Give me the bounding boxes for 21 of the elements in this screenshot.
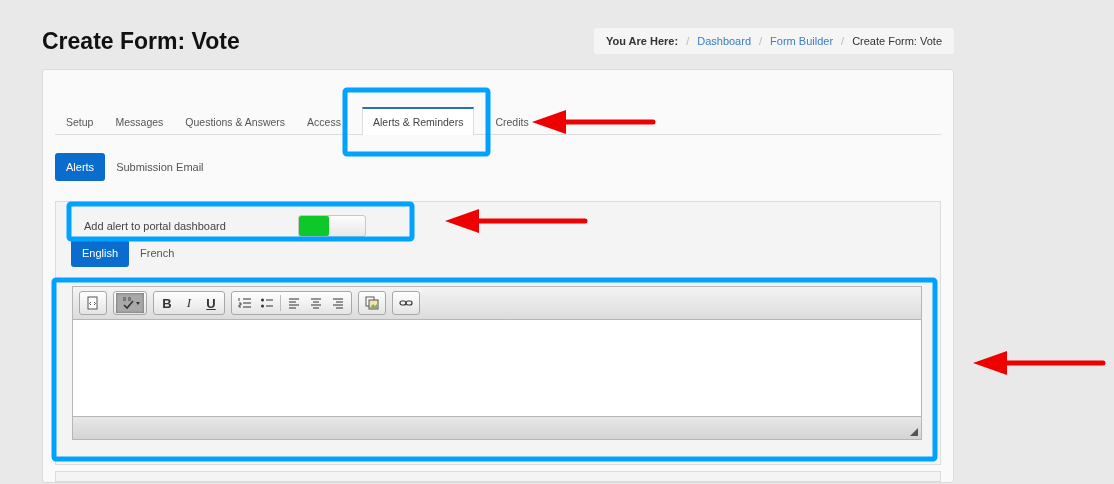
breadcrumb-current: Create Form: Vote xyxy=(852,35,942,47)
breadcrumb-link[interactable]: Form Builder xyxy=(770,35,834,47)
subtab[interactable]: Alerts xyxy=(55,153,106,181)
tab[interactable]: Setup xyxy=(55,107,105,135)
underline-button[interactable]: U xyxy=(200,293,222,313)
subtab[interactable]: Submission Email xyxy=(105,153,215,181)
breadcrumb-separator: / xyxy=(686,35,690,47)
language-tab[interactable]: French xyxy=(129,239,186,267)
tab[interactable]: Access xyxy=(296,107,352,135)
breadcrumb-link[interactable]: Dashboard xyxy=(697,35,752,47)
breadcrumb-separator: / xyxy=(759,35,763,47)
tab[interactable]: Messages xyxy=(104,107,175,135)
italic-button[interactable]: I xyxy=(178,293,200,313)
breadcrumb-label: You Are Here: xyxy=(606,35,679,47)
bold-button[interactable]: B xyxy=(156,293,178,313)
page-title: Create Form: Vote xyxy=(42,27,240,55)
breadcrumb-separator: / xyxy=(841,35,845,47)
tab[interactable]: Credits xyxy=(484,107,540,135)
tab[interactable]: Questions & Answers xyxy=(174,107,297,135)
toggle-label: Add alert to portal dashboard xyxy=(84,220,227,232)
tab[interactable]: Alerts & Reminders xyxy=(361,107,475,135)
